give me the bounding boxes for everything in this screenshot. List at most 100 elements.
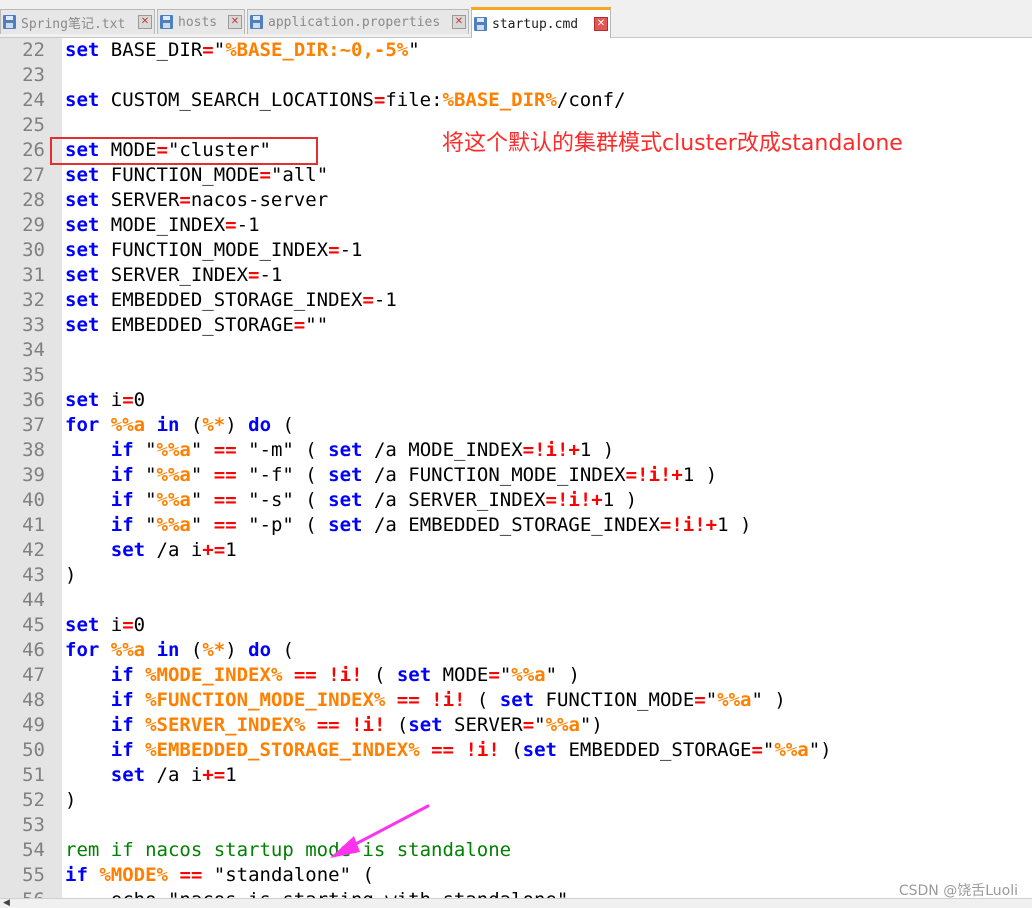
code-line[interactable]: 56 echo "nacos is starting with standalo… (0, 888, 1032, 898)
code-line[interactable]: 23 (0, 63, 1032, 88)
code-token: if (110, 739, 134, 761)
line-code: if "%%a" == "-f" ( set /a FUNCTION_MODE_… (65, 463, 717, 488)
line-code: set /a i+=1 (65, 538, 237, 563)
code-line[interactable]: 36 set i=0 (0, 388, 1032, 413)
code-token: set (65, 264, 100, 286)
code-line[interactable]: 43) (0, 563, 1032, 588)
code-token: " (133, 514, 157, 536)
line-number: 28 (22, 189, 45, 211)
code-token: " (408, 39, 420, 61)
code-line[interactable]: 46 for %%a in (%*) do ( (0, 638, 1032, 663)
code-line[interactable]: 53 (0, 813, 1032, 838)
code-line[interactable]: 49 if %SERVER_INDEX% == !i! (set SERVER=… (0, 713, 1032, 738)
code-line[interactable]: 35 (0, 363, 1032, 388)
save-icon (474, 17, 487, 31)
line-number: 41 (22, 514, 45, 536)
highlight-box (50, 137, 318, 165)
code-line[interactable]: 54 rem if nacos startup mode is standalon… (0, 838, 1032, 863)
tab-spring-notes[interactable]: Spring笔记.txt ✕ (0, 9, 155, 34)
code-token: = (225, 214, 237, 236)
code-line[interactable]: 32 set EMBEDDED_STORAGE_INDEX=-1 (0, 288, 1032, 313)
close-icon[interactable]: ✕ (228, 15, 242, 29)
code-token: %%a (774, 739, 809, 761)
code-line[interactable]: 51 set /a i+=1 (0, 763, 1032, 788)
code-token: %* (202, 639, 226, 661)
horizontal-scrollbar[interactable]: ◀ (0, 898, 1032, 908)
code-line[interactable]: 24 set CUSTOM_SEARCH_LOCATIONS=file:%BASE… (0, 88, 1032, 113)
code-token: "standalone" ( (202, 864, 374, 886)
code-token: do (248, 414, 272, 436)
tab-application-properties[interactable]: application.properties ✕ (247, 9, 469, 34)
code-line[interactable]: 29 set MODE_INDEX=-1 (0, 213, 1032, 238)
line-number: 29 (22, 214, 45, 236)
code-token: == (213, 464, 237, 486)
code-token: /a EMBEDDED_STORAGE_INDEX (362, 514, 660, 536)
close-icon[interactable]: ✕ (138, 15, 152, 29)
code-token: ( (499, 739, 523, 761)
code-line[interactable]: 41 if "%%a" == "-p" ( set /a EMBEDDED_ST… (0, 513, 1032, 538)
line-number: 50 (22, 739, 45, 761)
tab-hosts[interactable]: hosts ✕ (157, 9, 245, 34)
line-number: 44 (22, 589, 45, 611)
code-token: == (431, 739, 454, 761)
code-token: EMBEDDED_STORAGE_INDEX (99, 289, 363, 311)
tab-bar: Spring笔记.txt ✕ hosts ✕ application.prope… (0, 0, 1032, 38)
line-number: 24 (22, 89, 45, 111)
code-line[interactable]: 39 if "%%a" == "-f" ( set /a FUNCTION_MO… (0, 463, 1032, 488)
code-line[interactable]: 55 if %MODE% == "standalone" ( (0, 863, 1032, 888)
code-token: = (122, 614, 134, 636)
tab-startup-cmd[interactable]: startup.cmd ✕ (471, 7, 611, 38)
line-number: 33 (22, 314, 45, 336)
code-line[interactable]: 34 (0, 338, 1032, 363)
code-line[interactable]: 44 (0, 588, 1032, 613)
code-token: !i! (351, 714, 386, 736)
code-token: ( (179, 639, 203, 661)
code-token: set (396, 664, 432, 686)
code-line[interactable]: 42 set /a i+=1 (0, 538, 1032, 563)
scroll-left-icon[interactable]: ◀ (3, 899, 10, 908)
code-line[interactable]: 22 set BASE_DIR="%BASE_DIR:~0,-5%" (0, 38, 1032, 63)
code-token: SERVER (99, 189, 180, 211)
watermark: CSDN @饶舌Luoli (898, 883, 1018, 899)
code-token: " (190, 514, 214, 536)
code-line[interactable]: 27 set FUNCTION_MODE="all" (0, 163, 1032, 188)
code-line[interactable]: 50 if %EMBEDDED_STORAGE_INDEX% == !i! (s… (0, 738, 1032, 763)
code-token: set (65, 189, 100, 211)
code-line[interactable]: 40 if "%%a" == "-s" ( set /a SERVER_INDE… (0, 488, 1032, 513)
code-token: %BASE_DIR:~0,-5% (225, 39, 409, 61)
code-line[interactable]: 30 set FUNCTION_MODE_INDEX=-1 (0, 238, 1032, 263)
line-number: 45 (22, 614, 45, 636)
line-code: set EMBEDDED_STORAGE="" (65, 313, 328, 338)
line-code: set BASE_DIR="%BASE_DIR:~0,-5%" (65, 38, 420, 63)
code-line[interactable]: 48 if %FUNCTION_MODE_INDEX% == !i! ( set… (0, 688, 1032, 713)
code-line[interactable]: 28 set SERVER=nacos-server (0, 188, 1032, 213)
code-token: set (110, 539, 146, 561)
code-line[interactable]: 38 if "%%a" == "-m" ( set /a MODE_INDEX=… (0, 438, 1032, 463)
code-token: if (110, 514, 134, 536)
line-number: 40 (22, 489, 45, 511)
code-line[interactable]: 31 set SERVER_INDEX=-1 (0, 263, 1032, 288)
line-code: if "%%a" == "-s" ( set /a SERVER_INDEX=!… (65, 488, 637, 513)
code-line[interactable]: 33 set EMBEDDED_STORAGE="" (0, 313, 1032, 338)
line-number: 53 (22, 814, 45, 836)
code-line[interactable]: 45 set i=0 (0, 613, 1032, 638)
code-token: ") (579, 714, 603, 736)
code-token: += (202, 764, 226, 786)
code-token: do (248, 639, 272, 661)
code-token: nacos-server (190, 189, 329, 211)
code-token: FUNCTION_MODE_INDEX (99, 239, 329, 261)
close-icon[interactable]: ✕ (452, 15, 466, 29)
code-editor[interactable]: 22 set BASE_DIR="%BASE_DIR:~0,-5%" 23 24 set… (0, 38, 1032, 898)
close-icon[interactable]: ✕ (594, 17, 608, 31)
code-line[interactable]: 37 for %%a in (%*) do ( (0, 413, 1032, 438)
code-token: ) (225, 639, 249, 661)
code-line[interactable]: 52) (0, 788, 1032, 813)
code-line[interactable]: 47 if %MODE_INDEX% == !i! ( set MODE="%%… (0, 663, 1032, 688)
